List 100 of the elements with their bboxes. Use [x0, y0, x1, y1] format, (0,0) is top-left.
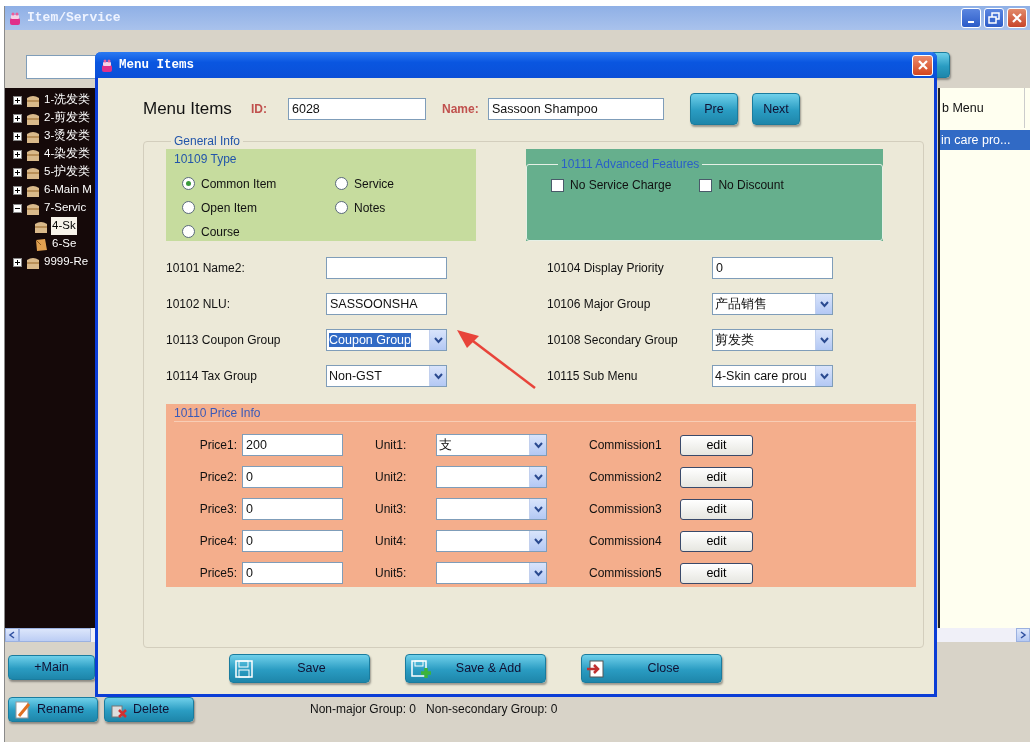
price-field[interactable]: 0: [242, 562, 343, 584]
expand-icon[interactable]: [13, 131, 22, 141]
edit-button[interactable]: edit: [680, 498, 753, 520]
checkbox-label[interactable]: No Discount: [718, 176, 784, 194]
floppy-icon: [234, 658, 254, 679]
tree-item[interactable]: 6-Se: [51, 235, 78, 253]
radio-button[interactable]: [182, 177, 195, 190]
dropdown[interactable]: [436, 498, 547, 520]
restore-icon: [988, 12, 1000, 24]
checkbox[interactable]: [699, 178, 713, 192]
field-label: Commission5: [589, 565, 663, 582]
tree-item[interactable]: 5-护发类: [43, 163, 92, 181]
radio-label[interactable]: Course: [201, 222, 240, 241]
price-field[interactable]: 0: [242, 466, 343, 488]
field-label: Price1:: [198, 437, 237, 454]
field-label: 10113 Coupon Group: [166, 332, 282, 349]
field-label: 10114 Tax Group: [166, 368, 258, 385]
checkbox[interactable]: [551, 178, 564, 192]
close-icon: [1011, 12, 1023, 24]
tree-item[interactable]: 1-洗发类: [43, 91, 92, 109]
group-title: 10110 Price Info: [174, 406, 916, 422]
radio-label[interactable]: Service: [354, 174, 394, 193]
price-field[interactable]: 200: [242, 434, 343, 456]
text-field[interactable]: 0: [712, 257, 833, 279]
field-label: Unit2:: [375, 469, 408, 486]
expand-icon[interactable]: [13, 167, 22, 177]
dropdown[interactable]: [436, 466, 547, 488]
table-cell[interactable]: in care pro...: [940, 130, 1030, 150]
dropdown[interactable]: Non-GST: [326, 365, 447, 387]
group-title: 10111 Advanced Features: [560, 157, 701, 171]
close-button[interactable]: [1007, 8, 1027, 28]
field-label: Price3:: [198, 501, 237, 518]
dropdown[interactable]: 4-Skin care prou: [712, 365, 833, 387]
collapse-icon[interactable]: [13, 203, 22, 213]
button[interactable]: Save & Add: [405, 654, 546, 683]
dropdown[interactable]: 产品销售: [712, 293, 833, 315]
tree-item[interactable]: 4-Sk: [51, 217, 77, 235]
close-icon: [916, 59, 929, 71]
button[interactable]: Pre: [690, 93, 738, 125]
restore-button[interactable]: [984, 8, 1004, 28]
price-field[interactable]: 0: [242, 498, 343, 520]
button[interactable]: Next: [752, 93, 800, 125]
pencil-icon: [15, 700, 31, 719]
field-label: Commission1: [589, 437, 663, 454]
field-label: 10115 Sub Menu: [547, 368, 639, 385]
button[interactable]: Save: [229, 654, 370, 683]
radio-button[interactable]: [182, 225, 195, 238]
price-field[interactable]: 0: [242, 530, 343, 552]
edit-button[interactable]: edit: [680, 466, 753, 488]
expand-icon[interactable]: [13, 113, 22, 123]
status-text: Non-major Group: 0: [310, 701, 417, 718]
field-label: 10106 Major Group: [547, 296, 652, 313]
checkbox-label[interactable]: No Service Charge: [570, 176, 672, 194]
dialog-title: Menu Items: [119, 56, 194, 74]
text-field[interactable]: SASSOONSHA: [326, 293, 447, 315]
expand-icon[interactable]: [13, 149, 22, 159]
dropdown[interactable]: Coupon Group: [326, 329, 447, 351]
field-label: Unit5:: [375, 565, 408, 582]
exit-icon: [586, 658, 606, 679]
radio-button[interactable]: [335, 177, 348, 190]
button[interactable]: Delete: [104, 697, 194, 722]
tree-item[interactable]: 9999-Re: [43, 253, 90, 271]
close-button[interactable]: [912, 54, 933, 76]
id-field[interactable]: 6028: [288, 98, 426, 120]
search-field[interactable]: [26, 55, 98, 79]
button[interactable]: +Main: [8, 655, 95, 680]
window-title: Item/Service: [27, 9, 121, 28]
radio-button[interactable]: [182, 201, 195, 214]
edit-button[interactable]: edit: [680, 434, 753, 456]
edit-button[interactable]: edit: [680, 562, 753, 584]
text-field[interactable]: [326, 257, 447, 279]
tree-item[interactable]: 3-烫发类: [43, 127, 92, 145]
expand-icon[interactable]: [13, 257, 22, 267]
tree-item[interactable]: 2-剪发类: [43, 109, 92, 127]
field-label: Name:: [442, 101, 480, 118]
tree-item[interactable]: 6-Main M: [43, 181, 93, 199]
button[interactable]: Close: [581, 654, 722, 683]
name-field[interactable]: Sassoon Shampoo: [488, 98, 664, 120]
dropdown[interactable]: [436, 530, 547, 552]
radio-button[interactable]: [335, 201, 348, 214]
field-label: Commission2: [589, 469, 663, 486]
radio-label[interactable]: Open Item: [201, 198, 258, 217]
edit-button[interactable]: edit: [680, 530, 753, 552]
expand-icon[interactable]: [13, 185, 22, 195]
expand-icon[interactable]: [13, 95, 22, 105]
dropdown[interactable]: 剪发类: [712, 329, 833, 351]
tree-item[interactable]: 7-Servic: [43, 199, 88, 217]
minimize-button[interactable]: [961, 8, 981, 28]
dropdown[interactable]: [436, 562, 547, 584]
radio-label[interactable]: Common Item: [201, 174, 277, 193]
floppy-plus-icon: [410, 658, 432, 679]
column-header[interactable]: b Menu: [940, 88, 1025, 128]
radio-label[interactable]: Notes: [354, 198, 386, 217]
field-label: Commission4: [589, 533, 663, 550]
button[interactable]: Rename: [8, 697, 98, 722]
scrollbar-thumb[interactable]: [19, 628, 91, 642]
status-text: Non-secondary Group: 0: [426, 701, 558, 718]
tree-item[interactable]: 4-染发类: [43, 145, 92, 163]
dropdown[interactable]: 支: [436, 434, 547, 456]
field-label: ID:: [251, 101, 268, 118]
